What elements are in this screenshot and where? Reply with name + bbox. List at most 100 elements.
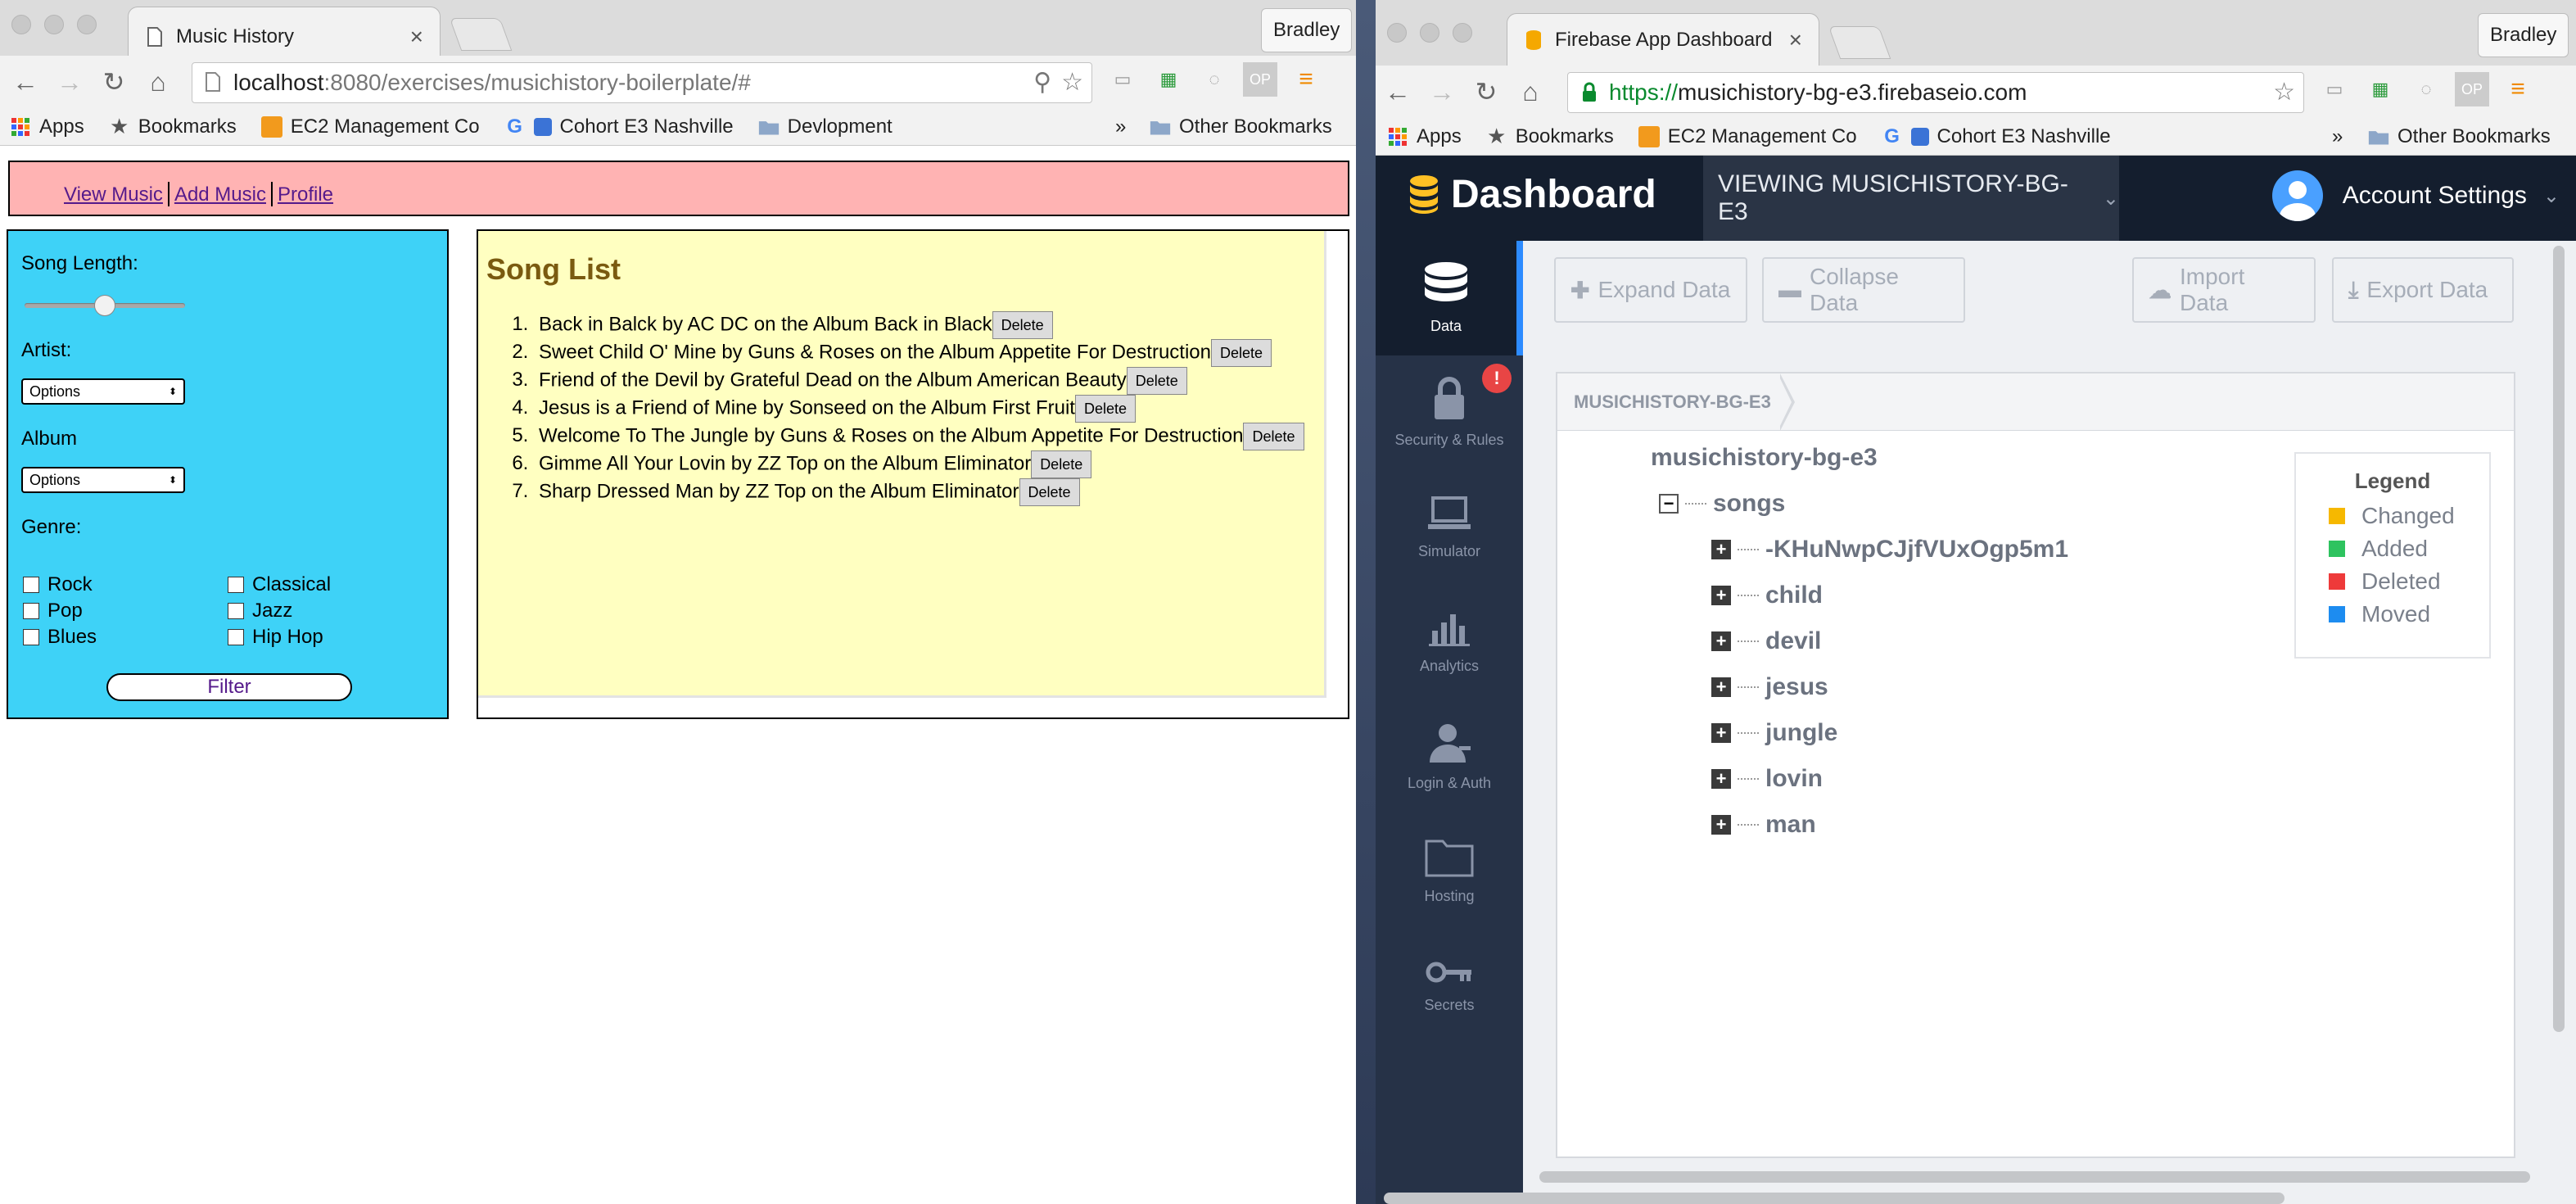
collapse-data-button[interactable]: ▬ Collapse Data bbox=[1762, 257, 1965, 323]
genre-blues-checkbox[interactable]: Blues bbox=[23, 626, 97, 649]
sidebar-item-data[interactable]: Data bbox=[1376, 241, 1523, 355]
cast-icon[interactable]: ▭ bbox=[2317, 72, 2352, 106]
expand-icon[interactable]: + bbox=[1711, 769, 1731, 789]
star-icon[interactable]: ☆ bbox=[2273, 78, 2295, 106]
extension-beta-icon[interactable]: ▦ bbox=[2363, 72, 2397, 106]
extension-op-icon[interactable]: OP bbox=[2455, 72, 2489, 106]
genre-classical-checkbox[interactable]: Classical bbox=[228, 573, 331, 596]
bookmark-bookmarks[interactable]: ★ Bookmarks bbox=[109, 114, 237, 138]
delete-button[interactable]: Delete bbox=[992, 311, 1053, 339]
bookmark-devlopment[interactable]: Devlopment bbox=[758, 115, 893, 138]
export-data-button[interactable]: ⤓ Export Data bbox=[2332, 257, 2514, 323]
delete-button[interactable]: Delete bbox=[1074, 395, 1136, 423]
tree-node[interactable]: + lovin bbox=[1711, 765, 1823, 793]
profile-button[interactable]: Bradley bbox=[1261, 8, 1353, 52]
expand-icon[interactable]: + bbox=[1711, 815, 1731, 835]
bookmark-cohort[interactable]: G Cohort E3 Nashville bbox=[1882, 125, 2110, 148]
project-selector[interactable]: VIEWING MUSICHISTORY-BG-E3 ⌄ bbox=[1703, 156, 2119, 241]
tree-root[interactable]: musichistory-bg-e3 bbox=[1651, 444, 1878, 472]
window-horizontal-scrollbar[interactable] bbox=[1384, 1193, 2285, 1204]
reload-icon[interactable]: ↻ bbox=[1464, 76, 1508, 107]
sidebar-item-security[interactable]: Security & Rules ! bbox=[1376, 355, 1523, 470]
expand-icon[interactable]: + bbox=[1711, 677, 1731, 697]
delete-button[interactable]: Delete bbox=[1126, 367, 1187, 395]
reload-icon[interactable]: ↻ bbox=[92, 66, 136, 97]
close-tab-icon[interactable]: × bbox=[410, 25, 423, 48]
bookmark-apps[interactable]: Apps bbox=[10, 115, 84, 138]
delete-button[interactable]: Delete bbox=[1019, 478, 1080, 506]
cast-icon[interactable]: ▭ bbox=[1105, 62, 1140, 97]
zoom-icon[interactable]: ⚲ bbox=[1033, 68, 1051, 97]
nav-view-music[interactable]: View Music bbox=[64, 183, 163, 206]
tree-node[interactable]: + child bbox=[1711, 582, 1823, 609]
tree-node[interactable]: + jesus bbox=[1711, 673, 1828, 701]
window-controls[interactable] bbox=[1387, 23, 1472, 43]
slider-handle[interactable] bbox=[94, 295, 115, 316]
profile-button[interactable]: Bradley bbox=[2478, 13, 2569, 57]
sidebar-item-analytics[interactable]: Analytics bbox=[1376, 585, 1523, 699]
delete-button[interactable]: Delete bbox=[1031, 450, 1092, 478]
menu-icon[interactable]: ≡ bbox=[2501, 72, 2535, 106]
new-tab-button[interactable] bbox=[449, 18, 513, 51]
genre-pop-checkbox[interactable]: Pop bbox=[23, 600, 83, 622]
bookmarks-overflow[interactable]: » bbox=[1115, 115, 1126, 138]
genre-hiphop-checkbox[interactable]: Hip Hop bbox=[228, 626, 323, 649]
import-data-button[interactable]: ☁ Import Data bbox=[2132, 257, 2316, 323]
close-tab-icon[interactable]: × bbox=[1789, 29, 1802, 52]
bookmark-cohort[interactable]: G Cohort E3 Nashville bbox=[504, 115, 733, 138]
account-settings[interactable]: Account Settings ⌄ bbox=[2271, 170, 2560, 221]
expand-icon[interactable]: + bbox=[1711, 586, 1731, 605]
extension-beta-icon[interactable]: ▦ bbox=[1151, 62, 1186, 97]
artist-select[interactable]: Options ⬍ bbox=[21, 378, 185, 405]
bookmark-bookmarks[interactable]: ★ Bookmarks bbox=[1486, 124, 1614, 148]
bookmark-ec2[interactable]: EC2 Management Co bbox=[1638, 125, 1857, 148]
dashboard-logo[interactable]: Dashboard bbox=[1408, 172, 1656, 217]
bookmark-ec2[interactable]: EC2 Management Co bbox=[260, 115, 480, 138]
extension-sync-icon[interactable]: ◌ bbox=[2409, 72, 2443, 106]
extension-sync-icon[interactable]: ◌ bbox=[1197, 62, 1232, 97]
horizontal-scrollbar[interactable] bbox=[1539, 1171, 2530, 1183]
extension-op-icon[interactable]: OP bbox=[1243, 62, 1277, 97]
sidebar-item-secrets[interactable]: Secrets bbox=[1376, 929, 1523, 1043]
other-bookmarks[interactable]: Other Bookmarks bbox=[2368, 125, 2551, 148]
tree-node[interactable]: + devil bbox=[1711, 627, 1821, 655]
delete-button[interactable]: Delete bbox=[1210, 339, 1272, 367]
forward-icon[interactable]: → bbox=[47, 67, 92, 97]
home-icon[interactable]: ⌂ bbox=[1508, 77, 1552, 107]
menu-icon[interactable]: ≡ bbox=[1289, 62, 1323, 97]
window-controls[interactable] bbox=[11, 15, 97, 34]
tab-firebase-dashboard[interactable]: Firebase App Dashboard × bbox=[1507, 13, 1819, 66]
address-bar[interactable]: https://musichistory-bg-e3.firebaseio.co… bbox=[1567, 72, 2304, 113]
genre-rock-checkbox[interactable]: Rock bbox=[23, 573, 93, 596]
forward-icon[interactable]: → bbox=[1420, 77, 1464, 107]
album-select[interactable]: Options ⬍ bbox=[21, 467, 185, 493]
back-icon[interactable]: ← bbox=[3, 67, 47, 97]
star-icon[interactable]: ☆ bbox=[1061, 68, 1083, 97]
sidebar-item-login-auth[interactable]: Login & Auth bbox=[1376, 699, 1523, 814]
bookmark-apps[interactable]: Apps bbox=[1387, 125, 1462, 148]
tree-node[interactable]: + jungle bbox=[1711, 719, 1837, 747]
sidebar-item-simulator[interactable]: Simulator bbox=[1376, 470, 1523, 585]
expand-data-button[interactable]: ✚ Expand Data bbox=[1554, 257, 1747, 323]
filter-button[interactable]: Filter bbox=[106, 673, 352, 701]
nav-profile[interactable]: Profile bbox=[278, 183, 333, 206]
expand-icon[interactable]: + bbox=[1711, 631, 1731, 651]
new-tab-button[interactable] bbox=[1828, 26, 1891, 59]
song-length-slider[interactable] bbox=[25, 295, 185, 316]
other-bookmarks[interactable]: Other Bookmarks bbox=[1150, 115, 1332, 138]
address-bar[interactable]: localhost:8080/exercises/musichistory-bo… bbox=[192, 62, 1092, 103]
tree-node[interactable]: + -KHuNwpCJjfVUxOgp5m1 bbox=[1711, 536, 2068, 564]
delete-button[interactable]: Delete bbox=[1243, 423, 1304, 450]
breadcrumb-item[interactable]: MUSICHISTORY-BG-E3 bbox=[1574, 392, 1771, 413]
expand-icon[interactable]: + bbox=[1711, 540, 1731, 559]
bookmarks-overflow[interactable]: » bbox=[2332, 125, 2343, 148]
tree-node-songs[interactable]: − songs bbox=[1659, 490, 1785, 518]
sidebar-item-hosting[interactable]: Hosting bbox=[1376, 814, 1523, 929]
tree-node[interactable]: + man bbox=[1711, 811, 1816, 839]
vertical-scrollbar[interactable] bbox=[2553, 246, 2565, 1032]
collapse-icon[interactable]: − bbox=[1659, 494, 1679, 514]
expand-icon[interactable]: + bbox=[1711, 723, 1731, 743]
home-icon[interactable]: ⌂ bbox=[136, 67, 180, 97]
back-icon[interactable]: ← bbox=[1376, 77, 1420, 107]
genre-jazz-checkbox[interactable]: Jazz bbox=[228, 600, 292, 622]
